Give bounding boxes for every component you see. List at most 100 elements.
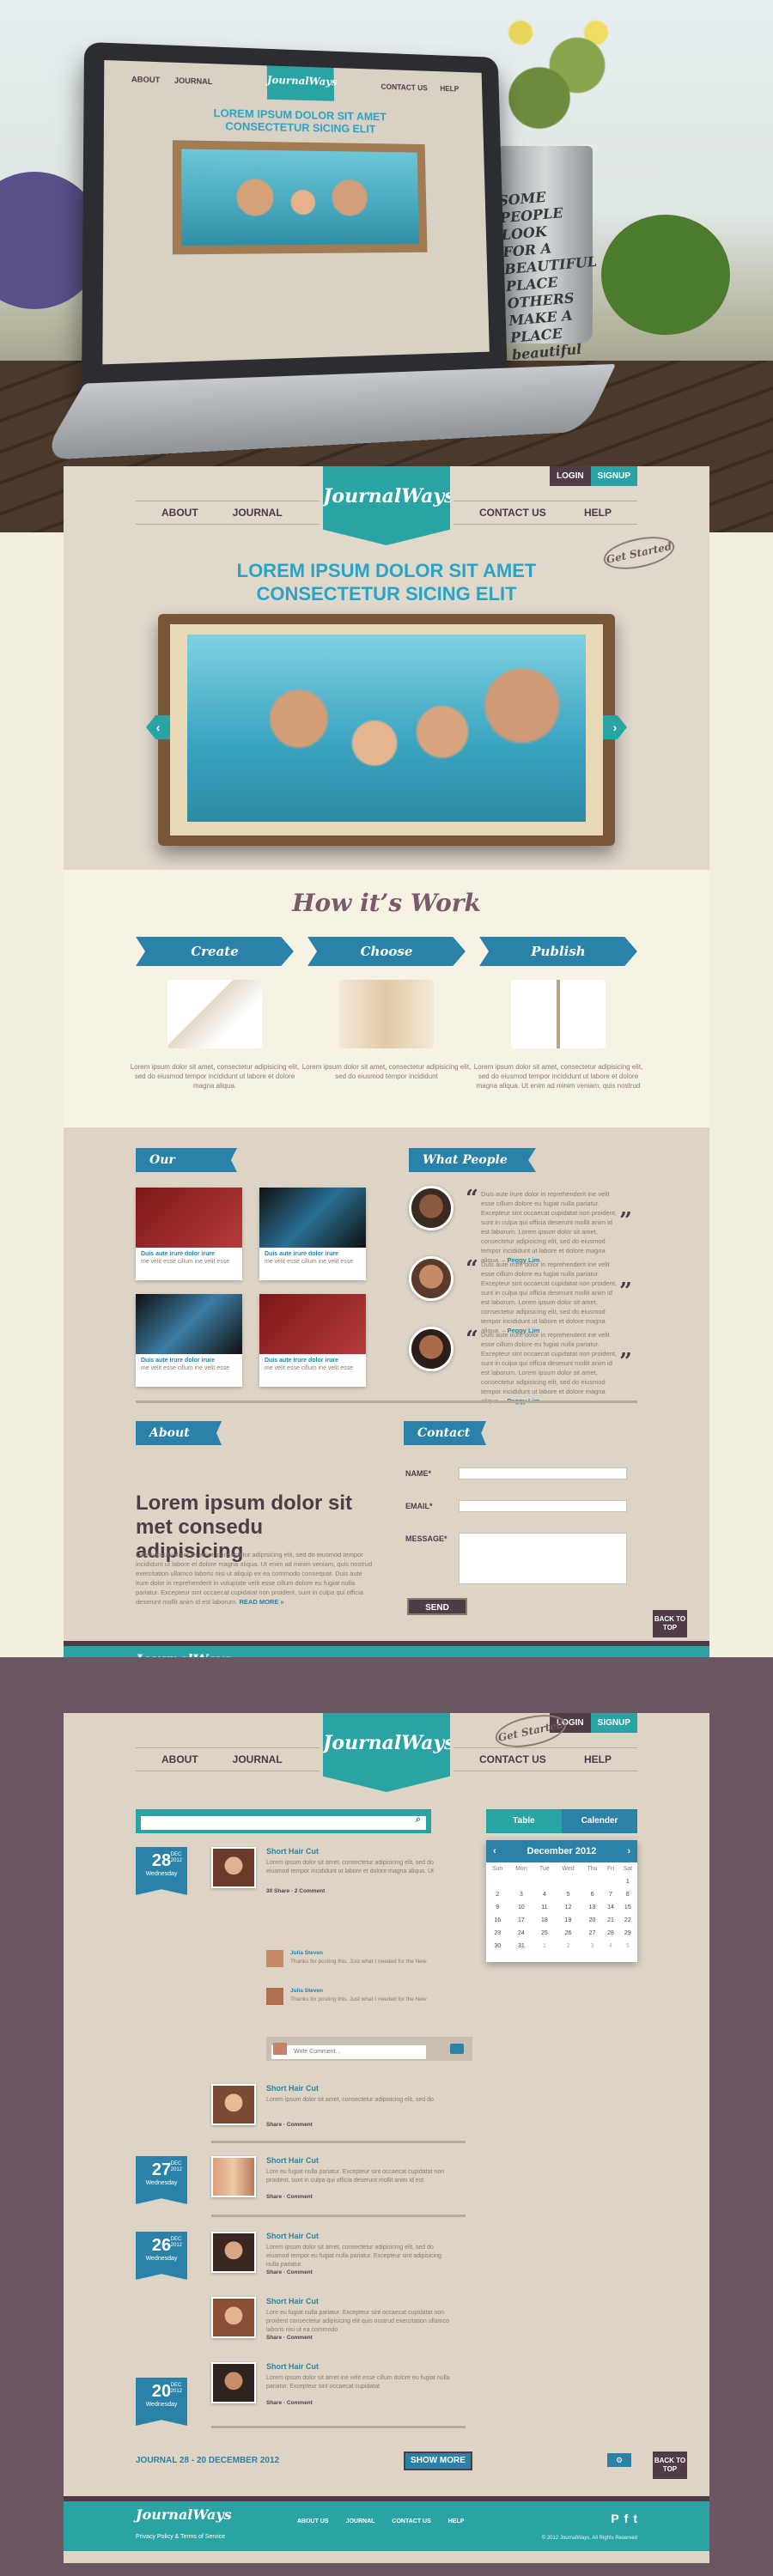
get-started-stamp[interactable]: Get Started [492, 1709, 569, 1753]
calendar-day[interactable] [555, 1875, 581, 1888]
calendar-day[interactable]: 27 [581, 1927, 604, 1940]
calendar-day[interactable] [486, 1875, 508, 1888]
calendar-day[interactable]: 15 [618, 1901, 637, 1914]
calendar-day[interactable] [508, 1875, 533, 1888]
footer-legal-links[interactable]: Privacy Policy & Terms of Service [136, 2534, 225, 2540]
calendar-day[interactable] [533, 1875, 555, 1888]
entry-photo[interactable] [211, 2232, 256, 2273]
show-more-button[interactable]: SHOW MORE [404, 2451, 472, 2470]
nav-journal[interactable]: JOURNAL [233, 507, 283, 519]
nav-contact[interactable]: CONTACT US [479, 1753, 546, 1765]
comment-author[interactable]: Julia Steven [290, 1988, 323, 1994]
tab-table[interactable]: Table [486, 1809, 562, 1833]
read-more-link[interactable]: READ MORE » [239, 1598, 283, 1606]
footer-logo[interactable]: JournalWays [136, 2506, 232, 2523]
comment-author[interactable]: Julia Steven [290, 1950, 323, 1956]
entry-photo[interactable] [211, 2362, 256, 2403]
footer-nav-help[interactable]: HELP [448, 2518, 465, 2524]
entry-title[interactable]: Short Hair Cut [266, 1847, 319, 1856]
calendar-prev-button[interactable]: ‹ [493, 1846, 496, 1856]
search-icon[interactable]: ⌕ [416, 1814, 421, 1826]
entry-share-comment[interactable]: Share · Comment [266, 2335, 313, 2341]
calendar-day[interactable]: 20 [581, 1914, 604, 1927]
calendar-day[interactable]: 4 [603, 1940, 618, 1953]
calendar-day[interactable]: 23 [486, 1927, 508, 1940]
calendar-day[interactable] [581, 1875, 604, 1888]
nav-journal[interactable]: JOURNAL [233, 1753, 283, 1765]
entry-photo[interactable] [211, 2156, 256, 2197]
calendar-day[interactable]: 13 [581, 1901, 604, 1914]
tab-calendar[interactable]: Calender [562, 1809, 637, 1833]
search-input[interactable] [141, 1816, 426, 1830]
email-field[interactable] [459, 1500, 627, 1512]
calendar-day[interactable]: 5 [618, 1940, 637, 1953]
product-card[interactable]: Duis aute irure dolor irure me velit esse… [259, 1188, 366, 1280]
calendar-day[interactable]: 4 [533, 1888, 555, 1901]
entry-title[interactable]: Short Hair Cut [266, 2232, 319, 2240]
entry-share-comment[interactable]: Share · Comment [266, 2194, 313, 2200]
calendar-day[interactable]: 5 [555, 1888, 581, 1901]
calendar-day[interactable]: 11 [533, 1901, 555, 1914]
product-card[interactable]: Duis aute irure dolor irure me velit esse… [136, 1294, 242, 1387]
nav-help[interactable]: HELP [584, 1753, 612, 1765]
entry-share-comment[interactable]: Share · Comment [266, 2269, 313, 2275]
product-card[interactable]: Duis aute irure dolor irure me velit esse… [136, 1188, 242, 1280]
calendar-day[interactable]: 25 [533, 1927, 555, 1940]
calendar-day[interactable]: 1 [618, 1875, 637, 1888]
footer-nav-about[interactable]: ABOUT US [297, 2518, 329, 2524]
product-card[interactable]: Duis aute irure dolor irure me velit esse… [259, 1294, 366, 1387]
calendar-day[interactable]: 19 [555, 1914, 581, 1927]
calendar-day[interactable]: 3 [508, 1888, 533, 1901]
calendar-day[interactable]: 8 [618, 1888, 637, 1901]
pinterest-icon[interactable]: P [611, 2512, 618, 2525]
logo[interactable]: JournalWays [323, 466, 450, 545]
calendar-day[interactable]: 28 [603, 1927, 618, 1940]
send-comment-icon[interactable] [450, 2044, 464, 2054]
calendar-day[interactable]: 24 [508, 1927, 533, 1940]
signup-button[interactable]: SIGNUP [590, 466, 637, 486]
calendar-next-button[interactable]: › [627, 1846, 630, 1856]
slider-next-button[interactable]: › [603, 715, 627, 739]
login-button[interactable]: LOGIN [549, 466, 591, 486]
name-field[interactable] [459, 1467, 627, 1479]
calendar-day[interactable]: 30 [486, 1940, 508, 1953]
entry-share-comment[interactable]: Share · Comment [266, 2400, 313, 2406]
calendar-day[interactable]: 2 [486, 1888, 508, 1901]
calendar-day[interactable]: 26 [555, 1927, 581, 1940]
calendar-day[interactable]: 14 [603, 1901, 618, 1914]
entry-title[interactable]: Short Hair Cut [266, 2084, 319, 2093]
entry-photo[interactable] [211, 2297, 256, 2338]
entry-photo[interactable] [211, 1847, 256, 1888]
settings-icon[interactable]: ⚙ [607, 2453, 631, 2467]
nav-about[interactable]: ABOUT [161, 1753, 198, 1765]
comment-input[interactable] [271, 2044, 426, 2059]
entry-title[interactable]: Short Hair Cut [266, 2297, 319, 2306]
calendar-day[interactable]: 31 [508, 1940, 533, 1953]
calendar-day[interactable]: 21 [603, 1914, 618, 1927]
calendar-day[interactable]: 7 [603, 1888, 618, 1901]
calendar-day[interactable]: 17 [508, 1914, 533, 1927]
entry-share-comment[interactable]: Share · Comment [266, 2122, 313, 2128]
calendar-day[interactable]: 22 [618, 1914, 637, 1927]
calendar-day[interactable]: 3 [581, 1940, 604, 1953]
entry-photo[interactable] [211, 2084, 256, 2125]
footer-nav-contact[interactable]: CONTACT US [392, 2518, 430, 2524]
nav-about[interactable]: ABOUT [161, 507, 198, 519]
entry-share-comment[interactable]: 30 Share · 2 Comment [266, 1888, 325, 1894]
message-field[interactable] [459, 1533, 627, 1584]
twitter-icon[interactable]: t [633, 2512, 637, 2525]
entry-title[interactable]: Short Hair Cut [266, 2156, 319, 2165]
calendar-day[interactable]: 9 [486, 1901, 508, 1914]
logo[interactable]: JournalWays [323, 1713, 450, 1792]
facebook-icon[interactable]: f [624, 2512, 629, 2525]
send-button[interactable]: SEND [407, 1598, 467, 1615]
back-to-top-button[interactable]: BACK TO TOP [653, 1610, 687, 1637]
calendar-day[interactable]: 10 [508, 1901, 533, 1914]
calendar-day[interactable]: 2 [555, 1940, 581, 1953]
calendar-day[interactable]: 1 [533, 1940, 555, 1953]
signup-button[interactable]: SIGNUP [590, 1713, 637, 1733]
calendar-day[interactable]: 18 [533, 1914, 555, 1927]
calendar-day[interactable]: 16 [486, 1914, 508, 1927]
calendar-day[interactable]: 6 [581, 1888, 604, 1901]
nav-contact[interactable]: CONTACT US [479, 507, 546, 519]
